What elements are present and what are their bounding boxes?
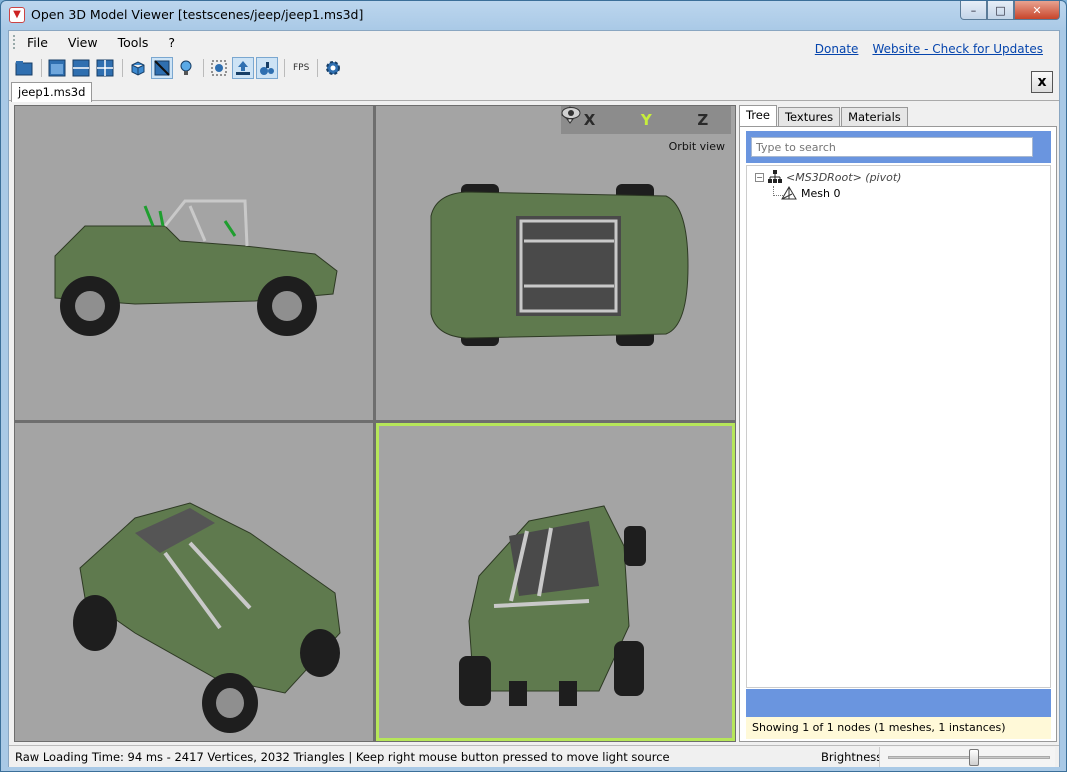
tab-textures[interactable]: Textures — [777, 107, 841, 126]
light-button[interactable] — [175, 57, 197, 79]
menu-tools[interactable]: Tools — [108, 35, 159, 50]
open-folder-icon — [15, 61, 33, 76]
tree-footer-band — [746, 689, 1051, 717]
viewport-perspective-left[interactable] — [15, 423, 373, 741]
jeep-top-render — [430, 184, 689, 346]
toolbar-separator — [284, 59, 285, 77]
axis-selector: X Y Z — [561, 106, 731, 134]
single-view-icon — [48, 59, 66, 77]
viewport-top[interactable]: X Y Z Orbit view — [376, 106, 735, 420]
slider-thumb[interactable] — [968, 749, 979, 766]
wireframe-button[interactable] — [127, 57, 149, 79]
four-view-icon — [96, 59, 114, 77]
donate-link[interactable]: Donate — [815, 42, 859, 56]
shaded-button[interactable] — [151, 57, 173, 79]
brightness-label: Brightness — [821, 750, 883, 764]
axis-y-button[interactable]: Y — [641, 111, 652, 129]
shaded-icon — [154, 60, 170, 76]
side-tabs: Tree Textures Materials — [739, 105, 909, 126]
toolbar-separator — [317, 59, 319, 77]
axis-x-button[interactable]: X — [584, 111, 596, 129]
single-view-button[interactable] — [46, 57, 68, 79]
window-title: Open 3D Model Viewer [testscenes/jeep/je… — [31, 7, 364, 22]
viewport-grid: X Y Z Orbit view — [14, 105, 736, 742]
toolbar-separator — [41, 59, 42, 77]
settings-button[interactable] — [322, 57, 344, 79]
close-window-button[interactable]: ✕ — [1014, 1, 1060, 20]
app-window: ▼ Open 3D Model Viewer [testscenes/jeep/… — [0, 0, 1067, 772]
status-text: Raw Loading Time: 94 ms - 2417 Vertices,… — [15, 750, 670, 764]
fps-mode-icon — [260, 62, 274, 75]
status-bar: Raw Loading Time: 94 ms - 2417 Vertices,… — [9, 745, 1059, 767]
scene-tree: − <MS3DRoot> (pivot) Mesh 0 — [746, 165, 1051, 688]
website-link[interactable]: Website - Check for Updates — [872, 42, 1043, 56]
side-panel: Tree Textures Materials − <MS3DRoot> (pi… — [739, 105, 1057, 742]
tree-node-mesh[interactable]: Mesh 0 — [781, 186, 840, 200]
tree-root-label: <MS3DRoot> (pivot) — [786, 170, 902, 184]
fps-toggle[interactable]: FPS — [293, 63, 309, 73]
tree-panel: − <MS3DRoot> (pivot) Mesh 0 Showing 1 of… — [739, 126, 1057, 742]
two-view-button[interactable] — [70, 57, 92, 79]
client-area: File View Tools ? Donate Website - Check… — [8, 30, 1060, 767]
zoom-fit-button[interactable] — [208, 57, 230, 79]
minimize-button[interactable]: – — [960, 1, 987, 20]
open-folder-button[interactable] — [13, 57, 35, 79]
eye-icon[interactable] — [561, 106, 581, 120]
four-view-button[interactable] — [94, 57, 116, 79]
view-mode-label: Orbit view — [668, 140, 725, 153]
viewport-perspective-front[interactable] — [376, 423, 735, 741]
search-band — [746, 131, 1051, 163]
menu-help[interactable]: ? — [158, 35, 185, 50]
toolbar-separator — [122, 59, 123, 77]
tree-node-root[interactable]: − <MS3DRoot> (pivot) — [755, 170, 901, 184]
toolbar: FPS — [9, 55, 346, 81]
jeep-perspective-front-render — [459, 505, 646, 706]
node-count-info: Showing 1 of 1 nodes (1 meshes, 1 instan… — [746, 717, 1051, 739]
wireframe-icon — [131, 61, 145, 76]
maximize-button[interactable]: □ — [987, 1, 1014, 20]
tab-tree[interactable]: Tree — [739, 105, 777, 126]
window-controls: – □ ✕ — [960, 1, 1060, 21]
light-icon — [180, 60, 192, 75]
header-links: Donate Website - Check for Updates — [815, 42, 1043, 56]
fps-mode-button[interactable] — [256, 57, 278, 79]
menu-file[interactable]: File — [17, 35, 58, 50]
settings-icon — [326, 61, 341, 75]
orbit-mode-icon — [236, 61, 250, 75]
document-tab-bar: jeep1.ms3d x — [9, 71, 1059, 102]
title-bar[interactable]: ▼ Open 3D Model Viewer [testscenes/jeep/… — [1, 1, 1066, 29]
hierarchy-icon — [768, 170, 782, 183]
axis-z-button[interactable]: Z — [697, 111, 708, 129]
jeep-side-render — [54, 199, 338, 336]
toolbar-separator — [203, 59, 204, 77]
mesh-icon — [781, 186, 797, 200]
two-view-icon — [72, 59, 90, 77]
jeep-perspective-left-render — [73, 502, 341, 733]
collapse-icon[interactable]: − — [755, 172, 764, 182]
zoom-fit-icon — [211, 60, 227, 76]
menu-view[interactable]: View — [58, 35, 108, 50]
close-document-button[interactable]: x — [1031, 71, 1053, 93]
document-tab[interactable]: jeep1.ms3d — [11, 82, 93, 102]
tree-mesh-label: Mesh 0 — [801, 186, 841, 200]
viewport-side[interactable] — [15, 106, 373, 420]
tab-materials[interactable]: Materials — [841, 107, 908, 126]
search-input[interactable] — [751, 137, 1033, 157]
orbit-mode-button[interactable] — [232, 57, 254, 79]
brightness-slider[interactable] — [879, 747, 1055, 767]
app-logo-icon: ▼ — [9, 7, 25, 23]
